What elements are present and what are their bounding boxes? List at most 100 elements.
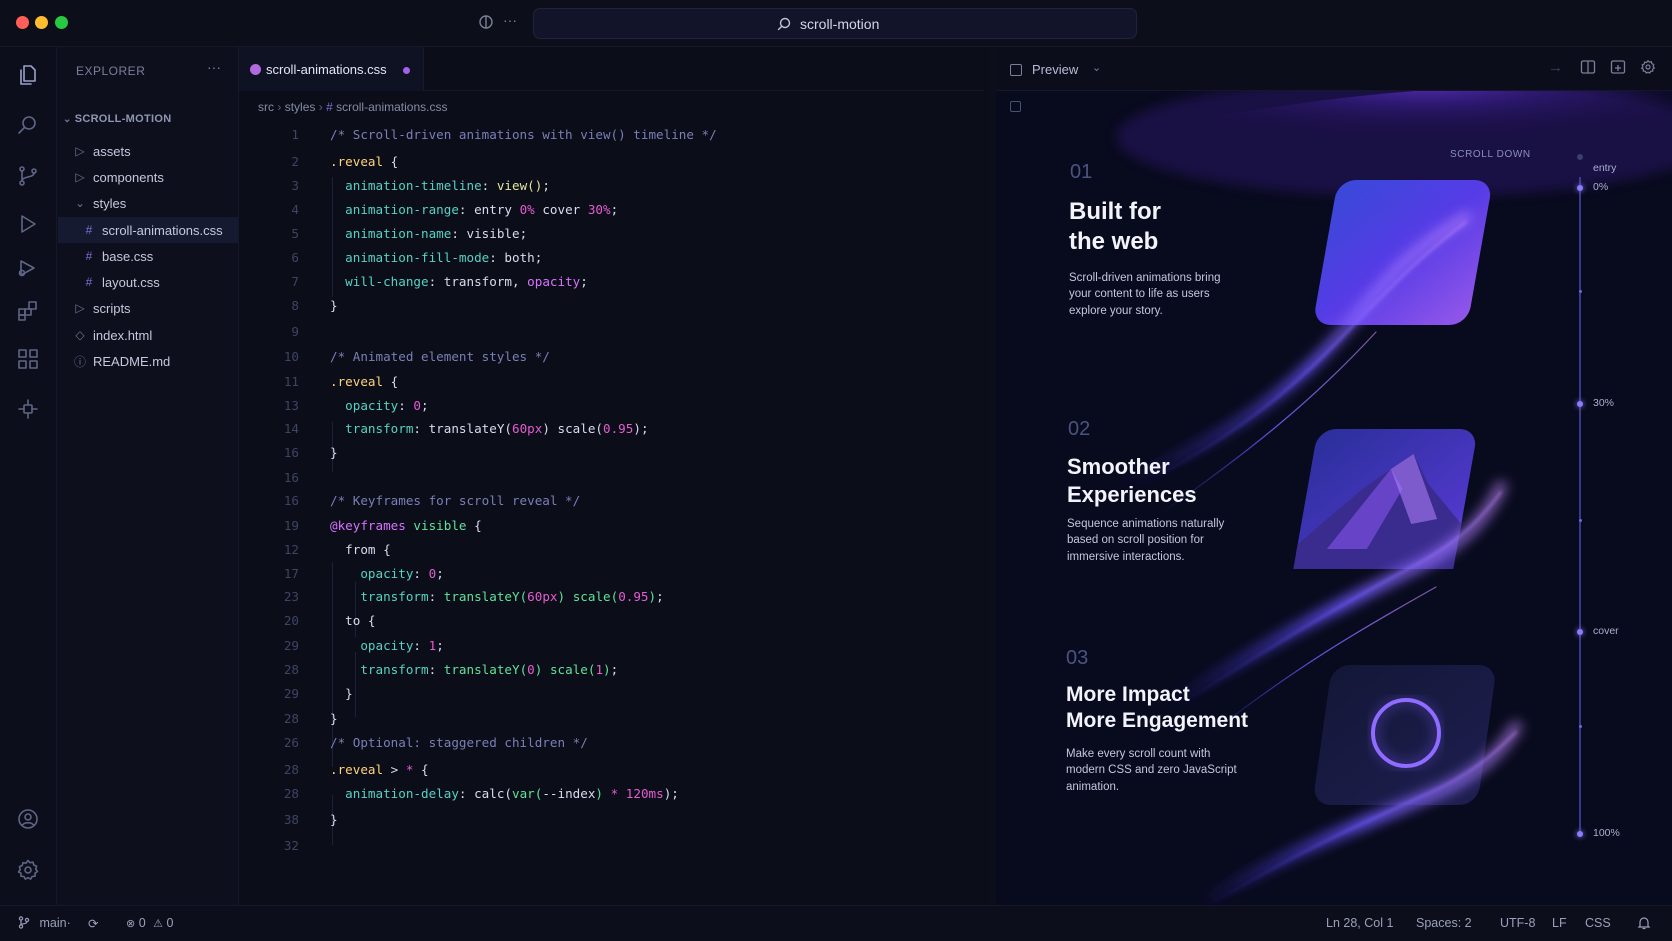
line-number: 6 xyxy=(291,250,299,265)
tree-file-index-html[interactable]: ◇ index.html xyxy=(73,322,152,348)
tree-folder-assets[interactable]: ▷ assets xyxy=(73,138,130,164)
breadcrumb-src[interactable]: src xyxy=(258,100,274,114)
rail-marker xyxy=(1577,831,1583,837)
reload-icon[interactable] xyxy=(1010,101,1021,112)
activity-bar xyxy=(0,47,57,905)
line-number: 14 xyxy=(283,421,299,436)
indentation[interactable]: Spaces: 2 xyxy=(1416,916,1472,930)
cursor-position[interactable]: Ln 28, Col 1 xyxy=(1326,916,1393,930)
notifications-bell-icon[interactable] xyxy=(1637,916,1651,933)
code-line[interactable]: transform: translateY(0) scale(1); xyxy=(330,662,618,677)
zoom-window-button[interactable] xyxy=(55,16,68,29)
line-number: 4 xyxy=(291,202,299,217)
code-line[interactable]: opacity: 1; xyxy=(330,638,443,653)
tree-file-scroll-animations[interactable]: # scroll-animations.css xyxy=(58,217,238,243)
code-line[interactable]: will-change: transform, opacity; xyxy=(330,274,588,289)
line-number: 26 xyxy=(283,735,299,750)
scroll-hint: SCROLL DOWN xyxy=(1450,149,1531,160)
explorer-more-button[interactable]: ··· xyxy=(207,59,221,75)
open-in-browser-icon[interactable] xyxy=(1610,59,1626,79)
section-number: 01 xyxy=(1070,161,1093,183)
code-line[interactable]: /* Keyframes for scroll reveal */ xyxy=(330,493,580,508)
code-line[interactable]: animation-fill-mode: both; xyxy=(330,250,542,265)
extensions-icon[interactable] xyxy=(16,299,40,323)
code-editor: scroll-animations.css src › styles › # s… xyxy=(239,47,984,905)
breadcrumb-file[interactable]: scroll-animations.css xyxy=(336,100,447,114)
problems-indicator[interactable]: ⊗ 0 ⚠ 0 xyxy=(126,916,173,930)
workspace-root[interactable]: ⌄ SCROLL-MOTION xyxy=(63,113,171,125)
line-number: 12 xyxy=(283,542,299,557)
command-center-text: scroll-motion xyxy=(800,16,880,32)
search-icon xyxy=(777,17,791,36)
code-line[interactable]: transform: translateY(60px) scale(0.95); xyxy=(330,589,663,604)
code-line[interactable]: animation-delay: calc(var(--index) * 120… xyxy=(330,786,679,801)
explorer-sidebar: EXPLORER ··· ⌄ SCROLL-MOTION ▷ assets ▷ com… xyxy=(57,47,239,905)
title-bar: ··· scroll-motion xyxy=(0,0,1672,47)
tab-preview[interactable]: Preview xyxy=(1032,62,1078,77)
line-number: 1 xyxy=(291,127,299,142)
line-number: 2 xyxy=(291,154,299,169)
settings-gear-icon[interactable] xyxy=(16,858,40,882)
run-debug-icon[interactable] xyxy=(16,212,40,236)
collapse-icon[interactable]: → xyxy=(1548,59,1563,76)
split-editor-icon[interactable] xyxy=(1580,59,1596,79)
tab-scroll-animations-css[interactable]: scroll-animations.css xyxy=(239,47,424,91)
run-debug-alt-icon[interactable] xyxy=(16,256,40,280)
code-line[interactable]: from { xyxy=(330,542,391,557)
breadcrumb-styles[interactable]: styles xyxy=(285,100,316,114)
explorer-icon[interactable] xyxy=(16,63,40,87)
tree-folder-components[interactable]: ▷ components xyxy=(73,164,163,190)
search-icon[interactable] xyxy=(16,113,40,137)
css-file-icon: # xyxy=(85,249,93,263)
rail-label-0: 0% xyxy=(1593,181,1609,193)
line-number: 16 xyxy=(283,445,299,460)
line-number: 11 xyxy=(283,374,299,389)
code-line[interactable]: } xyxy=(330,711,338,726)
code-line[interactable]: to { xyxy=(330,613,375,628)
code-line[interactable]: } xyxy=(330,445,338,460)
close-window-button[interactable] xyxy=(16,16,29,29)
code-line[interactable]: } xyxy=(330,298,338,313)
layout-toggle-icon[interactable] xyxy=(478,14,494,33)
code-line[interactable]: @keyframes visible { xyxy=(330,518,482,533)
language-mode[interactable]: CSS xyxy=(1585,916,1611,930)
code-line[interactable]: /* Animated element styles */ xyxy=(330,349,550,364)
git-branch-icon xyxy=(18,916,30,929)
line-number: 23 xyxy=(283,589,299,604)
code-line[interactable]: opacity: 0; xyxy=(330,566,443,581)
more-actions-icon[interactable]: ··· xyxy=(503,12,517,28)
code-line[interactable]: transform: translateY(60px) scale(0.95); xyxy=(330,421,648,436)
testing-icon[interactable] xyxy=(16,397,40,421)
code-line[interactable]: /* Scroll-driven animations with view() … xyxy=(330,127,717,142)
code-line[interactable]: /* Optional: staggered children */ xyxy=(330,735,588,750)
end-of-line[interactable]: LF xyxy=(1552,916,1567,930)
chevron-down-icon: ⌄ xyxy=(63,114,72,125)
tree-file-layout[interactable]: # layout.css xyxy=(82,269,160,295)
encoding[interactable]: UTF-8 xyxy=(1500,916,1535,930)
code-line[interactable]: .reveal { xyxy=(330,154,398,169)
command-center-search[interactable]: scroll-motion xyxy=(533,8,1137,39)
code-line[interactable]: animation-timeline: view(); xyxy=(330,178,550,193)
tree-folder-scripts[interactable]: ▷ scripts xyxy=(73,295,130,321)
code-line[interactable]: .reveal > * { xyxy=(330,762,429,777)
preview-settings-gear-icon[interactable] xyxy=(1640,59,1656,79)
code-line[interactable]: } xyxy=(330,686,353,701)
tree-folder-styles[interactable]: ⌄ styles xyxy=(73,190,126,216)
sync-icon[interactable]: ⟳ xyxy=(88,916,98,931)
chevron-down-icon[interactable]: ⌄ xyxy=(1092,61,1101,74)
code-line[interactable]: .reveal { xyxy=(330,374,398,389)
minimize-window-button[interactable] xyxy=(35,16,48,29)
account-icon[interactable] xyxy=(16,807,40,831)
tree-file-base[interactable]: # base.css xyxy=(82,243,154,269)
source-control-icon[interactable] xyxy=(16,164,40,188)
remote-explorer-icon[interactable] xyxy=(16,347,40,371)
rail-label-30: 30% xyxy=(1593,397,1615,409)
code-line[interactable]: animation-range: entry 0% cover 30%; xyxy=(330,202,618,217)
tree-file-readme[interactable]: ⓘ README.md xyxy=(73,348,170,374)
code-line[interactable]: opacity: 0; xyxy=(330,398,428,413)
unsaved-dot-icon[interactable] xyxy=(403,67,410,74)
branch-indicator[interactable]: main· xyxy=(18,916,71,930)
section-title: Built for the web xyxy=(1069,198,1161,255)
code-line[interactable]: } xyxy=(330,812,338,827)
code-line[interactable]: animation-name: visible; xyxy=(330,226,527,241)
